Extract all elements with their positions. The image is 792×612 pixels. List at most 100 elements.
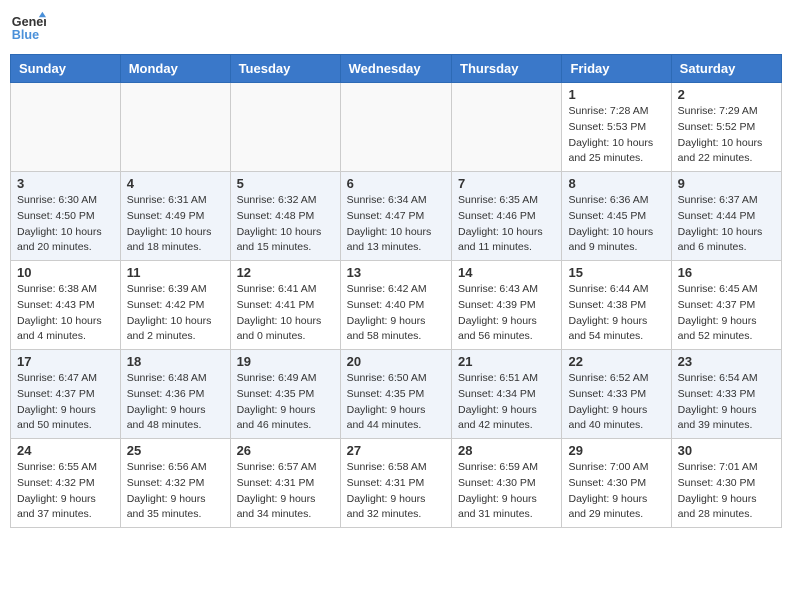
day-info: Sunrise: 7:29 AMSunset: 5:52 PMDaylight:… bbox=[678, 104, 775, 167]
day-number: 24 bbox=[17, 443, 114, 458]
day-number: 19 bbox=[237, 354, 334, 369]
week-row-4: 17 Sunrise: 6:47 AMSunset: 4:37 PMDayligh… bbox=[11, 350, 782, 439]
calendar-header: SundayMondayTuesdayWednesdayThursdayFrid… bbox=[11, 55, 782, 83]
day-cell: 14 Sunrise: 6:43 AMSunset: 4:39 PMDayligh… bbox=[452, 261, 562, 350]
day-info: Sunrise: 6:51 AMSunset: 4:34 PMDaylight:… bbox=[458, 371, 555, 434]
day-info: Sunrise: 6:35 AMSunset: 4:46 PMDaylight:… bbox=[458, 193, 555, 256]
day-number: 12 bbox=[237, 265, 334, 280]
day-cell bbox=[452, 83, 562, 172]
day-info: Sunrise: 6:50 AMSunset: 4:35 PMDaylight:… bbox=[347, 371, 445, 434]
day-number: 15 bbox=[568, 265, 664, 280]
day-cell: 30Sunrise: 7:01 AMSunset: 4:30 PMDayligh… bbox=[671, 439, 781, 528]
day-cell: 15 Sunrise: 6:44 AMSunset: 4:38 PMDayligh… bbox=[562, 261, 671, 350]
day-number: 29 bbox=[568, 443, 664, 458]
day-number: 14 bbox=[458, 265, 555, 280]
day-cell: 13 Sunrise: 6:42 AMSunset: 4:40 PMDayligh… bbox=[340, 261, 451, 350]
day-number: 27 bbox=[347, 443, 445, 458]
day-cell: 29 Sunrise: 7:00 AMSunset: 4:30 PMDayligh… bbox=[562, 439, 671, 528]
day-info: Sunrise: 7:01 AMSunset: 4:30 PMDaylight:… bbox=[678, 460, 775, 523]
day-info: Sunrise: 6:45 AMSunset: 4:37 PMDaylight:… bbox=[678, 282, 775, 345]
day-cell: 12 Sunrise: 6:41 AMSunset: 4:41 PMDayligh… bbox=[230, 261, 340, 350]
day-number: 28 bbox=[458, 443, 555, 458]
day-cell: 6Sunrise: 6:34 AMSunset: 4:47 PMDaylight… bbox=[340, 172, 451, 261]
day-number: 20 bbox=[347, 354, 445, 369]
logo-icon: General Blue bbox=[10, 10, 46, 46]
day-number: 17 bbox=[17, 354, 114, 369]
day-cell: 1 Sunrise: 7:28 AMSunset: 5:53 PMDaylight… bbox=[562, 83, 671, 172]
day-info: Sunrise: 6:37 AMSunset: 4:44 PMDaylight:… bbox=[678, 193, 775, 256]
day-number: 16 bbox=[678, 265, 775, 280]
day-info: Sunrise: 6:54 AMSunset: 4:33 PMDaylight:… bbox=[678, 371, 775, 434]
day-cell: 17 Sunrise: 6:47 AMSunset: 4:37 PMDayligh… bbox=[11, 350, 121, 439]
day-info: Sunrise: 6:31 AMSunset: 4:49 PMDaylight:… bbox=[127, 193, 224, 256]
day-info: Sunrise: 6:58 AMSunset: 4:31 PMDaylight:… bbox=[347, 460, 445, 523]
day-info: Sunrise: 7:28 AMSunset: 5:53 PMDaylight:… bbox=[568, 104, 664, 167]
day-number: 1 bbox=[568, 87, 664, 102]
calendar: SundayMondayTuesdayWednesdayThursdayFrid… bbox=[10, 54, 782, 528]
day-cell: 19 Sunrise: 6:49 AMSunset: 4:35 PMDayligh… bbox=[230, 350, 340, 439]
week-row-3: 10 Sunrise: 6:38 AMSunset: 4:43 PMDayligh… bbox=[11, 261, 782, 350]
day-cell: 28Sunrise: 6:59 AMSunset: 4:30 PMDayligh… bbox=[452, 439, 562, 528]
day-info: Sunrise: 6:41 AMSunset: 4:41 PMDaylight:… bbox=[237, 282, 334, 345]
svg-text:Blue: Blue bbox=[12, 28, 39, 42]
weekday-header-monday: Monday bbox=[120, 55, 230, 83]
weekday-header-wednesday: Wednesday bbox=[340, 55, 451, 83]
day-number: 2 bbox=[678, 87, 775, 102]
day-cell bbox=[120, 83, 230, 172]
day-number: 25 bbox=[127, 443, 224, 458]
calendar-body: 1 Sunrise: 7:28 AMSunset: 5:53 PMDaylight… bbox=[11, 83, 782, 528]
day-info: Sunrise: 6:48 AMSunset: 4:36 PMDaylight:… bbox=[127, 371, 224, 434]
day-cell: 3 Sunrise: 6:30 AMSunset: 4:50 PMDaylight… bbox=[11, 172, 121, 261]
day-number: 9 bbox=[678, 176, 775, 191]
day-info: Sunrise: 6:56 AMSunset: 4:32 PMDaylight:… bbox=[127, 460, 224, 523]
day-cell bbox=[230, 83, 340, 172]
day-cell: 22Sunrise: 6:52 AMSunset: 4:33 PMDayligh… bbox=[562, 350, 671, 439]
day-info: Sunrise: 6:36 AMSunset: 4:45 PMDaylight:… bbox=[568, 193, 664, 256]
day-info: Sunrise: 6:42 AMSunset: 4:40 PMDaylight:… bbox=[347, 282, 445, 345]
week-row-2: 3 Sunrise: 6:30 AMSunset: 4:50 PMDaylight… bbox=[11, 172, 782, 261]
day-cell: 27 Sunrise: 6:58 AMSunset: 4:31 PMDayligh… bbox=[340, 439, 451, 528]
day-cell: 4 Sunrise: 6:31 AMSunset: 4:49 PMDaylight… bbox=[120, 172, 230, 261]
day-info: Sunrise: 6:39 AMSunset: 4:42 PMDaylight:… bbox=[127, 282, 224, 345]
day-cell: 16 Sunrise: 6:45 AMSunset: 4:37 PMDayligh… bbox=[671, 261, 781, 350]
day-info: Sunrise: 6:43 AMSunset: 4:39 PMDaylight:… bbox=[458, 282, 555, 345]
day-cell: 25 Sunrise: 6:56 AMSunset: 4:32 PMDayligh… bbox=[120, 439, 230, 528]
day-cell: 21 Sunrise: 6:51 AMSunset: 4:34 PMDayligh… bbox=[452, 350, 562, 439]
day-cell: 2 Sunrise: 7:29 AMSunset: 5:52 PMDaylight… bbox=[671, 83, 781, 172]
day-info: Sunrise: 6:44 AMSunset: 4:38 PMDaylight:… bbox=[568, 282, 664, 345]
day-info: Sunrise: 6:49 AMSunset: 4:35 PMDaylight:… bbox=[237, 371, 334, 434]
day-number: 11 bbox=[127, 265, 224, 280]
day-number: 4 bbox=[127, 176, 224, 191]
weekday-header-sunday: Sunday bbox=[11, 55, 121, 83]
day-info: Sunrise: 6:30 AMSunset: 4:50 PMDaylight:… bbox=[17, 193, 114, 256]
day-number: 22 bbox=[568, 354, 664, 369]
week-row-5: 24 Sunrise: 6:55 AMSunset: 4:32 PMDayligh… bbox=[11, 439, 782, 528]
logo: General Blue bbox=[10, 10, 46, 46]
day-cell: 8Sunrise: 6:36 AMSunset: 4:45 PMDaylight… bbox=[562, 172, 671, 261]
day-cell: 9 Sunrise: 6:37 AMSunset: 4:44 PMDaylight… bbox=[671, 172, 781, 261]
day-cell: 11 Sunrise: 6:39 AMSunset: 4:42 PMDayligh… bbox=[120, 261, 230, 350]
day-number: 21 bbox=[458, 354, 555, 369]
day-info: Sunrise: 7:00 AMSunset: 4:30 PMDaylight:… bbox=[568, 460, 664, 523]
day-number: 5 bbox=[237, 176, 334, 191]
day-cell: 24 Sunrise: 6:55 AMSunset: 4:32 PMDayligh… bbox=[11, 439, 121, 528]
weekday-header-saturday: Saturday bbox=[671, 55, 781, 83]
day-cell: 23Sunrise: 6:54 AMSunset: 4:33 PMDayligh… bbox=[671, 350, 781, 439]
day-info: Sunrise: 6:47 AMSunset: 4:37 PMDaylight:… bbox=[17, 371, 114, 434]
day-number: 13 bbox=[347, 265, 445, 280]
day-cell: 7 Sunrise: 6:35 AMSunset: 4:46 PMDaylight… bbox=[452, 172, 562, 261]
day-info: Sunrise: 6:32 AMSunset: 4:48 PMDaylight:… bbox=[237, 193, 334, 256]
day-info: Sunrise: 6:55 AMSunset: 4:32 PMDaylight:… bbox=[17, 460, 114, 523]
weekday-header-friday: Friday bbox=[562, 55, 671, 83]
day-number: 3 bbox=[17, 176, 114, 191]
page-header: General Blue bbox=[10, 10, 782, 46]
day-cell bbox=[340, 83, 451, 172]
day-number: 7 bbox=[458, 176, 555, 191]
weekday-header-thursday: Thursday bbox=[452, 55, 562, 83]
weekday-header-tuesday: Tuesday bbox=[230, 55, 340, 83]
day-cell bbox=[11, 83, 121, 172]
day-info: Sunrise: 6:38 AMSunset: 4:43 PMDaylight:… bbox=[17, 282, 114, 345]
day-cell: 10 Sunrise: 6:38 AMSunset: 4:43 PMDayligh… bbox=[11, 261, 121, 350]
day-number: 10 bbox=[17, 265, 114, 280]
day-info: Sunrise: 6:57 AMSunset: 4:31 PMDaylight:… bbox=[237, 460, 334, 523]
